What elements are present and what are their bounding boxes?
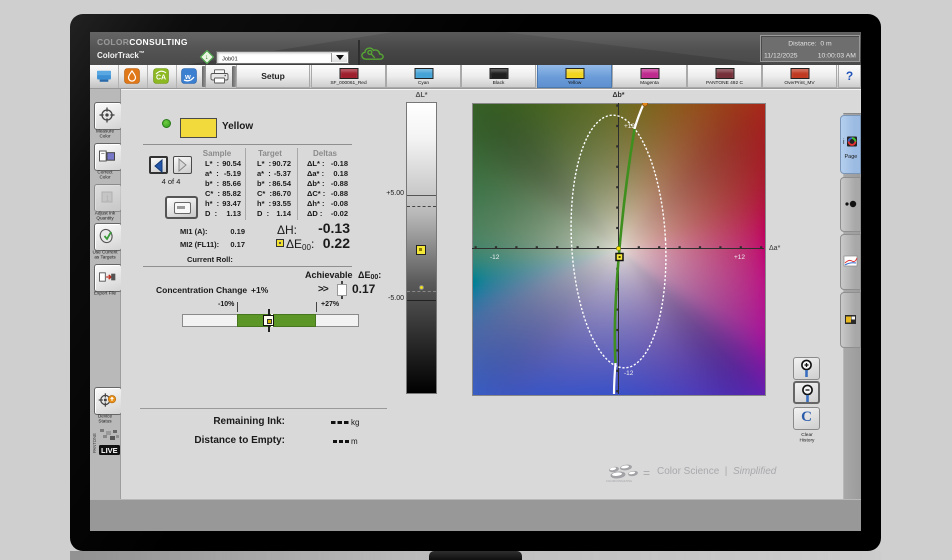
svg-text:PANTONE: PANTONE [92,433,97,453]
svg-text:CA: CA [156,75,166,82]
svg-text:LIVE: LIVE [101,446,118,455]
svg-text:i: i [843,139,845,146]
svg-text:1: 1 [105,193,109,202]
svg-text:COLORCONSULTING: COLORCONSULTING [606,479,632,483]
svg-text:-12: -12 [624,370,634,377]
svg-text:-12: -12 [490,254,500,261]
svg-text:+12: +12 [734,254,745,261]
svg-text:Page: Page [845,154,858,160]
